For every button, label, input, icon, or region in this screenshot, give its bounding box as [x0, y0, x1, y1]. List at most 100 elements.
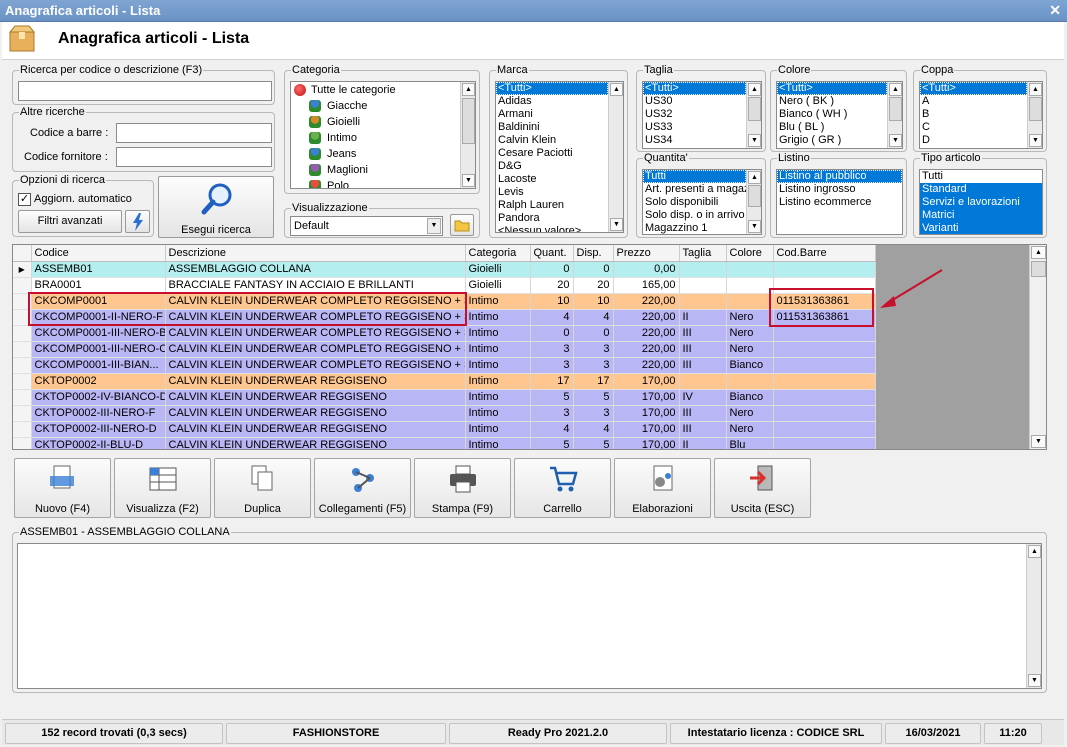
table-row[interactable]: CKTOP0002-III-NERO-D CALVIN KLEIN UNDERWE… [13, 421, 876, 438]
new-button[interactable]: Nuovo (F4) [14, 458, 111, 518]
table-row[interactable]: BRA0001 BRACCIALE FANTASY IN ACCIAIO E BR… [13, 277, 876, 294]
marca-option[interactable]: Levis [496, 186, 608, 199]
marca-option[interactable]: Calvin Klein [496, 134, 608, 147]
category-item[interactable]: Giacche [291, 98, 475, 114]
marca-option[interactable]: Lacoste [496, 173, 608, 186]
coppa-option[interactable]: <Tutti> [920, 82, 1027, 95]
column-header[interactable]: Disp. [573, 245, 614, 262]
taglia-option[interactable]: US32 [643, 108, 746, 121]
tipo-option[interactable]: Standard [920, 183, 1042, 196]
column-header[interactable]: Descrizione [165, 245, 466, 262]
quantita-option[interactable]: Solo disp. o in arrivo [643, 209, 746, 222]
marca-option[interactable]: Cesare Paciotti [496, 147, 608, 160]
table-row[interactable]: CKTOP0002 CALVIN KLEIN UNDERWEAR REGGISEN… [13, 373, 876, 390]
brand-list[interactable]: <Tutti> Adidas Armani Baldinini Calvin Klein… [495, 81, 624, 233]
category-item[interactable]: Maglioni [291, 162, 475, 178]
category-item[interactable]: Jeans [291, 146, 475, 162]
column-header[interactable]: Colore [726, 245, 774, 262]
marca-option[interactable]: <Nessun valore> [496, 225, 608, 232]
cup-scrollbar[interactable]: ▲ ▼ [1027, 82, 1042, 148]
barcode-input[interactable] [116, 123, 272, 143]
table-row[interactable]: CKTOP0002-II-BLU-D CALVIN KLEIN UNDERWEAR… [13, 437, 876, 449]
marca-option[interactable]: <Tutti> [496, 82, 608, 95]
colore-option[interactable]: Blu ( BL ) [777, 121, 887, 134]
quantita-option[interactable]: Magazzino 1 [643, 222, 746, 234]
gears-button[interactable]: Elaborazioni [614, 458, 711, 518]
marca-option[interactable]: Ralph Lauren [496, 199, 608, 212]
cart-button[interactable]: Carrello [514, 458, 611, 518]
printer-button[interactable]: Stampa (F9) [414, 458, 511, 518]
marca-option[interactable]: Pandora [496, 212, 608, 225]
taglia-option[interactable]: US33 [643, 121, 746, 134]
detail-scrollbar[interactable]: ▲ ▼ [1026, 544, 1041, 688]
view-select[interactable]: Default ▼ [290, 216, 443, 236]
taglia-option[interactable]: <Tutti> [643, 82, 746, 95]
coppa-option[interactable]: C [920, 121, 1027, 134]
table-row[interactable]: CKCOMP0001-III-NERO-B CALVIN KLEIN UNDERW… [13, 325, 876, 342]
tipo-option[interactable]: Servizi e lavorazioni [920, 196, 1042, 209]
close-icon[interactable]: ✕ [1049, 2, 1061, 19]
quantity-scrollbar[interactable]: ▲ ▼ [746, 170, 761, 234]
marca-option[interactable]: Adidas [496, 95, 608, 108]
column-header[interactable]: Categoria [465, 245, 531, 262]
lightning-button[interactable] [125, 210, 150, 233]
search-input[interactable] [18, 81, 272, 101]
auto-update-checkbox[interactable]: ✓ [18, 193, 31, 206]
category-tree[interactable]: Tutte le categorie Giacche Gioielli Intimo… [290, 81, 476, 189]
coppa-option[interactable]: D [920, 134, 1027, 147]
listino-option[interactable]: Listino al pubblico [777, 170, 902, 183]
advanced-filters-button[interactable]: Filtri avanzati [18, 210, 122, 233]
table-row[interactable]: CKTOP0002-IV-BIANCO-D CALVIN KLEIN UNDERW… [13, 389, 876, 406]
grid-scrollbar[interactable]: ▲ ▼ [1029, 245, 1046, 449]
category-scrollbar[interactable]: ▲ ▼ [460, 82, 475, 188]
colore-option[interactable]: Grigio ( GR ) [777, 134, 887, 147]
exit-button[interactable]: Uscita (ESC) [714, 458, 811, 518]
color-list[interactable]: <Tutti> Nero ( BK ) Bianco ( WH ) Blu ( BL … [776, 81, 903, 149]
price-list-list[interactable]: Listino al pubblico Listino ingrosso Listi… [776, 169, 903, 235]
size-scrollbar[interactable]: ▲ ▼ [746, 82, 761, 148]
column-header[interactable]: Cod.Barre [773, 245, 876, 262]
taglia-option[interactable]: US34 [643, 134, 746, 147]
tipo-option[interactable]: Varianti [920, 222, 1042, 234]
links-button[interactable]: Collegamenti (F5) [314, 458, 411, 518]
color-scrollbar[interactable]: ▲ ▼ [887, 82, 902, 148]
cup-list[interactable]: <Tutti> A B C D ▲ ▼ [919, 81, 1043, 149]
supplier-code-input[interactable] [116, 147, 272, 167]
chevron-down-icon[interactable]: ▼ [427, 218, 441, 234]
table-row[interactable]: CKCOMP0001-III-BIAN... CALVIN KLEIN UNDER… [13, 357, 876, 374]
size-list[interactable]: <Tutti> US30 US32 US33 US34 ▲ ▼ [642, 81, 762, 149]
category-item[interactable]: Intimo [291, 130, 475, 146]
column-header[interactable]: Taglia [679, 245, 727, 262]
marca-option[interactable]: Armani [496, 108, 608, 121]
taglia-option[interactable]: US30 [643, 95, 746, 108]
quantita-option[interactable]: Solo disponibili [643, 196, 746, 209]
coppa-option[interactable]: A [920, 95, 1027, 108]
tipo-option[interactable]: Matrici [920, 209, 1042, 222]
table-row[interactable]: CKCOMP0001-II-NERO-F CALVIN KLEIN UNDERWE… [13, 309, 876, 326]
table-row[interactable]: CKCOMP0001 CALVIN KLEIN UNDERWEAR COMPLET… [13, 293, 876, 310]
table-row[interactable]: CKCOMP0001-III-NERO-C CALVIN KLEIN UNDERW… [13, 341, 876, 358]
column-header[interactable]: Quant. [530, 245, 574, 262]
marca-option[interactable]: Baldinini [496, 121, 608, 134]
quantity-list[interactable]: Tutti Art. presenti a magazzino Solo dispo… [642, 169, 762, 235]
execute-search-button[interactable]: Esegui ricerca [158, 176, 274, 238]
colore-option[interactable]: <Tutti> [777, 82, 887, 95]
column-header[interactable]: Codice [31, 245, 166, 262]
category-item[interactable]: Gioielli [291, 114, 475, 130]
listino-option[interactable]: Listino ecommerce [777, 196, 902, 209]
quantita-option[interactable]: Art. presenti a magazzino [643, 183, 761, 196]
column-header[interactable]: Prezzo [613, 245, 680, 262]
coppa-option[interactable]: B [920, 108, 1027, 121]
colore-option[interactable]: Bianco ( WH ) [777, 108, 887, 121]
view-grid-button[interactable]: Visualizza (F2) [114, 458, 211, 518]
folder-button[interactable] [450, 214, 474, 236]
table-row[interactable]: CKTOP0002-III-NERO-F CALVIN KLEIN UNDERWE… [13, 405, 876, 422]
category-item[interactable]: Polo [291, 178, 475, 188]
listino-option[interactable]: Listino ingrosso [777, 183, 902, 196]
brand-scrollbar[interactable]: ▲ ▼ [608, 82, 623, 232]
item-type-list[interactable]: Tutti Standard Servizi e lavorazioni Matric… [919, 169, 1043, 235]
detail-textarea[interactable]: ▲ ▼ [17, 543, 1042, 689]
quantita-option[interactable]: Tutti [643, 170, 746, 183]
tipo-option[interactable]: Tutti [920, 170, 1042, 183]
table-row[interactable]: ▶ ASSEMB01 ASSEMBLAGGIO COLLANA Gioielli 0 0 0… [13, 261, 876, 278]
